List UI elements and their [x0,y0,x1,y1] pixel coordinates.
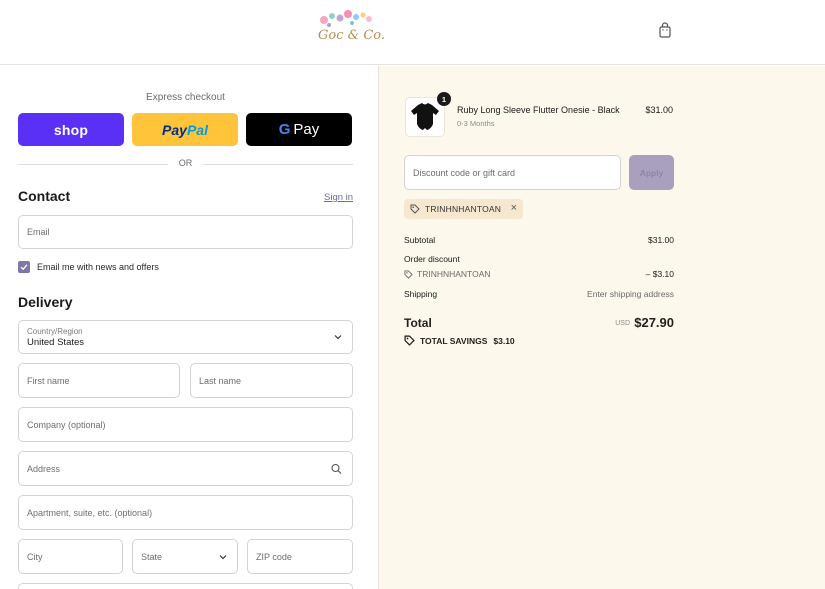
email-field[interactable]: Email [18,215,353,249]
shipping-label: Shipping [404,289,438,299]
quantity-badge: 1 [437,92,451,106]
google-pay-button[interactable]: G Pay [246,113,352,146]
logo-text: Goc & Co. [318,28,386,43]
state-select[interactable]: State [132,539,238,574]
shop-pay-label: shop [53,121,89,138]
product-price-value: $31.00 [645,105,673,115]
applied-code-label: TRINHNHANTOAN [425,204,502,214]
contact-title: Contact [18,188,71,204]
header: Goc & Co. [0,0,825,65]
shopping-bag-icon [659,22,671,38]
express-checkout-label: Express checkout [146,92,225,103]
check-icon [20,264,28,271]
newsletter-label: Email me with news and offers [37,262,159,272]
savings-value: $3.10 [493,335,515,346]
state-placeholder: State [141,551,163,562]
discount-code-label: TRINHNHANTOAN [417,269,491,279]
delivery-title: Delivery [18,294,73,310]
discount-code-row: TRINHNHANTOAN [404,269,491,279]
total-value: $27.90 [634,315,674,330]
shop-pay-button[interactable]: shop [18,113,124,146]
order-summary: 1 Ruby Long Sleeve Flutter Onesie - Blac… [379,66,825,589]
remove-discount-icon[interactable]: × [511,202,517,214]
newsletter-option: Email me with news and offers [18,260,159,274]
tag-icon [404,269,413,279]
first-name-placeholder: First name [27,375,70,386]
applied-discount-chip: TRINHNHANTOAN × [404,199,523,219]
company-placeholder: Company (optional) [27,419,106,430]
shipping-value: Enter shipping address [587,289,674,299]
company-field[interactable]: Company (optional) [18,407,353,442]
paypal-label: Pay [162,121,187,138]
cart-button[interactable] [658,22,674,38]
chevron-down-icon [219,554,227,559]
discount-placeholder: Discount code or gift card [413,167,516,178]
order-discount-label: Order discount [404,254,460,264]
total-savings: TOTAL SAVINGS $3.10 [404,335,515,346]
chevron-down-icon [334,335,342,340]
apartment-placeholder: Apartment, suite, etc. (optional) [27,507,153,518]
city-field[interactable]: City [18,539,123,574]
or-divider: OR [18,158,353,170]
subtotal-value: $31.00 [648,235,674,245]
paypal-label: Pal [186,121,208,138]
phone-field[interactable] [18,583,353,589]
apartment-field[interactable]: Apartment, suite, etc. (optional) [18,495,353,530]
search-icon [331,463,342,474]
last-name-placeholder: Last name [199,375,242,386]
zip-field[interactable]: ZIP code [247,539,353,574]
total-currency: USD [615,320,630,327]
logo[interactable]: Goc & Co. [310,8,386,56]
discount-value: – $3.10 [645,269,674,279]
address-placeholder: Address [27,463,61,474]
checkout-form: Express checkout shop Pay Pal G Pay OR Con… [0,66,378,589]
product-variant: 0-3 Months [457,119,495,128]
first-name-field[interactable]: First name [18,363,180,398]
last-name-field[interactable]: Last name [190,363,353,398]
paypal-button[interactable]: Pay Pal [132,113,238,146]
total-label: Total [404,316,432,330]
zip-placeholder: ZIP code [256,551,292,562]
apply-button[interactable]: Apply [629,155,674,190]
savings-label: TOTAL SAVINGS [420,335,488,346]
or-label: OR [178,158,193,168]
sign-in-link[interactable]: Sign in [324,192,353,203]
google-g-icon: G [278,121,291,138]
product-name: Ruby Long Sleeve Flutter Onesie - Black [457,105,620,115]
tag-icon [404,335,415,346]
tag-icon [410,204,420,214]
discount-code-field[interactable]: Discount code or gift card [404,155,621,190]
country-value: United States [27,337,85,348]
google-pay-label: Pay [293,121,320,138]
country-select[interactable]: Country/Region United States [18,320,353,354]
newsletter-checkbox[interactable] [18,261,30,273]
city-placeholder: City [27,551,43,562]
subtotal-label: Subtotal [404,235,436,245]
email-placeholder: Email [27,227,50,237]
address-field[interactable]: Address [18,451,353,486]
country-label: Country/Region [27,327,83,336]
